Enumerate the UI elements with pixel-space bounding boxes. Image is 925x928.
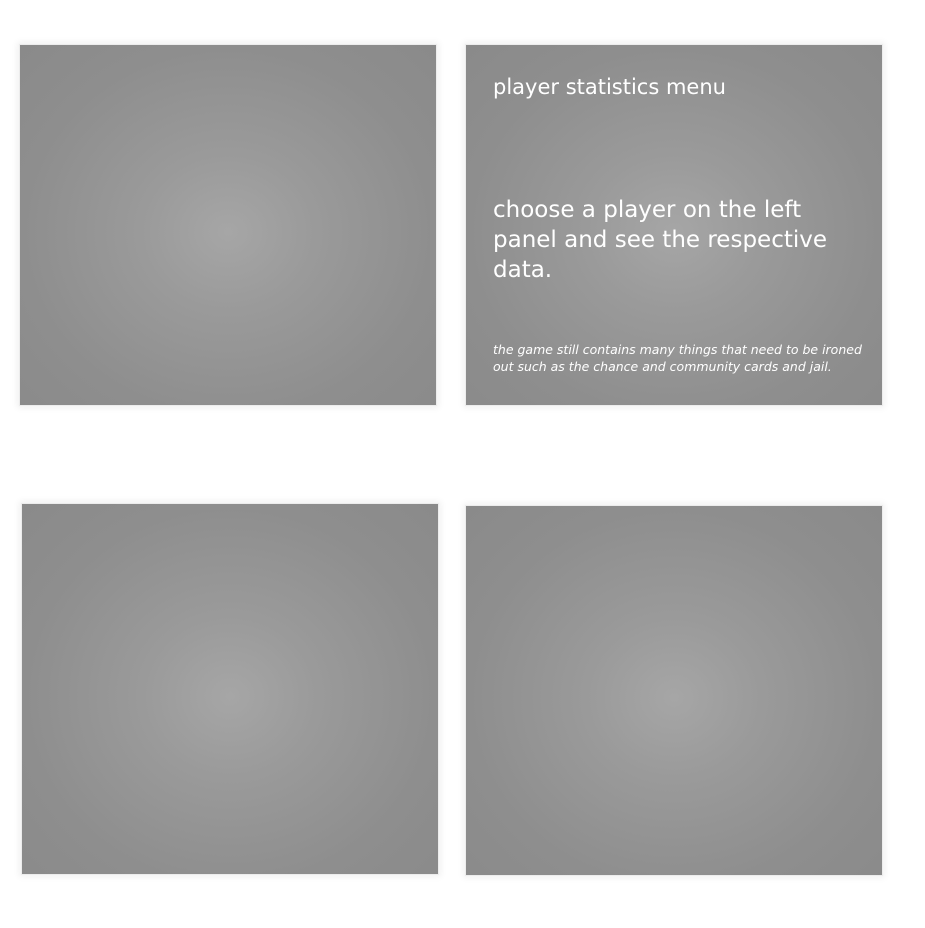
note-text: the game still contains many things that… (493, 342, 862, 374)
page-title: player statistics menu (493, 75, 726, 99)
player-stats-panel-left (21, 503, 439, 875)
info-panel: player statistics menu choose a player o… (465, 44, 883, 406)
instruction-text: choose a player on the left panel and se… (493, 197, 828, 283)
player-stats-panel-right (465, 505, 883, 876)
player-list-panel[interactable] (19, 44, 437, 406)
